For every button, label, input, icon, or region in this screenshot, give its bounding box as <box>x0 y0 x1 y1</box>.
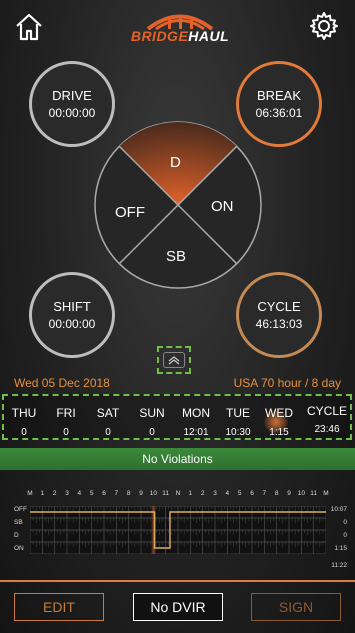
logo-text-bridge: BRIDGE <box>130 28 189 44</box>
sign-button[interactable]: SIGN <box>251 593 341 621</box>
log-grid <box>29 505 327 555</box>
log-hour-label: 3 <box>65 490 69 497</box>
status-sb-button[interactable]: SB <box>166 248 186 265</box>
gear-icon[interactable] <box>307 9 341 43</box>
expand-button[interactable] <box>157 346 191 374</box>
week-day-hours: 0 <box>21 427 27 438</box>
date-row: Wed 05 Dec 2018 USA 70 hour / 8 day <box>0 376 355 390</box>
week-cycle-label: CYCLE <box>306 404 347 418</box>
log-hour-label: 5 <box>89 490 94 497</box>
log-hour-label: M <box>27 490 33 497</box>
week-day-hours: 10:30 <box>225 427 251 438</box>
week-day-hours: 0 <box>63 427 69 438</box>
log-hour-label: 11 <box>310 490 318 497</box>
drive-label: DRIVE <box>52 88 92 103</box>
violations-banner[interactable]: No Violations <box>0 448 355 470</box>
log-row-label-sb: SB <box>14 519 23 526</box>
week-day-hours: 1:15 <box>269 427 289 438</box>
week-day-label: FRI <box>56 406 76 420</box>
app-screen: BRIDGEHAUL DRIVE 00:00:00 BREAK 06:36:01… <box>0 0 355 633</box>
status-d-button[interactable]: D <box>170 154 181 171</box>
logo-text-haul: HAUL <box>188 28 230 44</box>
log-hour-label: 2 <box>200 490 205 497</box>
log-hour-label: 7 <box>262 490 267 497</box>
week-day-hours: 0 <box>149 427 155 438</box>
log-hour-label: 1 <box>188 490 193 497</box>
break-value: 06:36:01 <box>255 106 303 120</box>
log-hour-label: 4 <box>77 490 82 497</box>
log-hour-label: 10 <box>149 490 157 497</box>
log-hour-label: 8 <box>126 490 131 497</box>
log-total-on: 1:15 <box>334 545 347 552</box>
week-day-wed[interactable]: WED 1:15 <box>261 396 297 438</box>
chevron-up-icon <box>163 352 185 368</box>
status-on-button[interactable]: ON <box>211 198 234 215</box>
home-icon[interactable] <box>12 10 46 44</box>
bridgehaul-logo: BRIDGEHAUL <box>130 10 230 46</box>
week-day-hours: 12:01 <box>183 427 209 438</box>
week-day-tue[interactable]: TUE 10:30 <box>219 396 257 438</box>
week-day-label: SAT <box>96 406 120 420</box>
week-day-sun[interactable]: SUN 0 <box>133 396 171 438</box>
log-hour-label: 1 <box>40 490 45 497</box>
log-row-label-off: OFF <box>14 506 27 513</box>
log-grand-total: 11:22 <box>331 562 347 569</box>
top-bar: BRIDGEHAUL <box>0 0 355 56</box>
log-hour-label: 2 <box>52 490 57 497</box>
log-hour-label: 4 <box>225 490 230 497</box>
shift-label: SHIFT <box>53 299 91 314</box>
log-hour-label: 7 <box>114 490 119 497</box>
edit-button[interactable]: EDIT <box>14 593 104 621</box>
dvir-button[interactable]: No DVIR <box>133 593 223 621</box>
log-hour-label: 6 <box>250 490 254 497</box>
week-day-label: TUE <box>226 406 250 420</box>
week-day-fri[interactable]: FRI 0 <box>48 396 84 438</box>
log-row-label-on: ON <box>14 545 24 552</box>
log-total-off: 10:07 <box>330 506 347 513</box>
cycle-value: 46:13:03 <box>255 317 303 331</box>
log-hour-label: 8 <box>274 490 279 497</box>
footer-divider <box>0 580 355 582</box>
week-day-mon[interactable]: MON 12:01 <box>176 396 216 438</box>
log-hour-label: 9 <box>287 490 291 497</box>
week-day-sat[interactable]: SAT 0 <box>90 396 126 438</box>
week-day-thu[interactable]: THU 0 <box>6 396 42 438</box>
week-summary[interactable]: THU 0 FRI 0 SAT 0 SUN 0 MON 12:01 TUE 10… <box>2 394 352 440</box>
week-day-label: THU <box>11 406 37 420</box>
ruleset-label[interactable]: USA 70 hour / 8 day <box>234 376 341 390</box>
week-day-label: WED <box>265 406 293 420</box>
log-hour-label: 5 <box>237 490 242 497</box>
week-day-label: SUN <box>139 406 165 420</box>
current-date[interactable]: Wed 05 Dec 2018 <box>14 376 110 390</box>
status-off-button[interactable]: OFF <box>115 204 145 221</box>
log-graph[interactable]: M 1 2 3 4 5 6 7 8 9 10 11 N 1 2 3 4 5 6 7 8 9 10 11 M OFF SB D O… <box>0 484 355 574</box>
shift-value: 00:00:00 <box>48 317 96 331</box>
log-total-d: 0 <box>343 532 347 539</box>
log-row-label-d: D <box>14 532 19 539</box>
week-day-hours: 0 <box>105 427 111 438</box>
duty-status-wheel: D ON SB OFF <box>93 120 263 290</box>
week-day-label: MON <box>182 406 210 420</box>
log-hour-label: 9 <box>139 490 143 497</box>
week-cycle-hours: 23:46 <box>314 424 340 435</box>
log-hour-label: 10 <box>297 490 305 497</box>
log-hour-label: M <box>323 490 329 497</box>
drive-value: 00:00:00 <box>48 106 96 120</box>
log-hour-label: N <box>175 490 181 497</box>
log-hour-label: 6 <box>102 490 106 497</box>
log-total-sb: 0 <box>343 519 347 526</box>
cycle-label: CYCLE <box>257 299 301 314</box>
log-hour-label: 11 <box>162 490 170 497</box>
log-hour-label: 3 <box>213 490 217 497</box>
week-cycle-total: CYCLE 23:46 <box>304 396 350 438</box>
break-label: BREAK <box>256 88 302 103</box>
